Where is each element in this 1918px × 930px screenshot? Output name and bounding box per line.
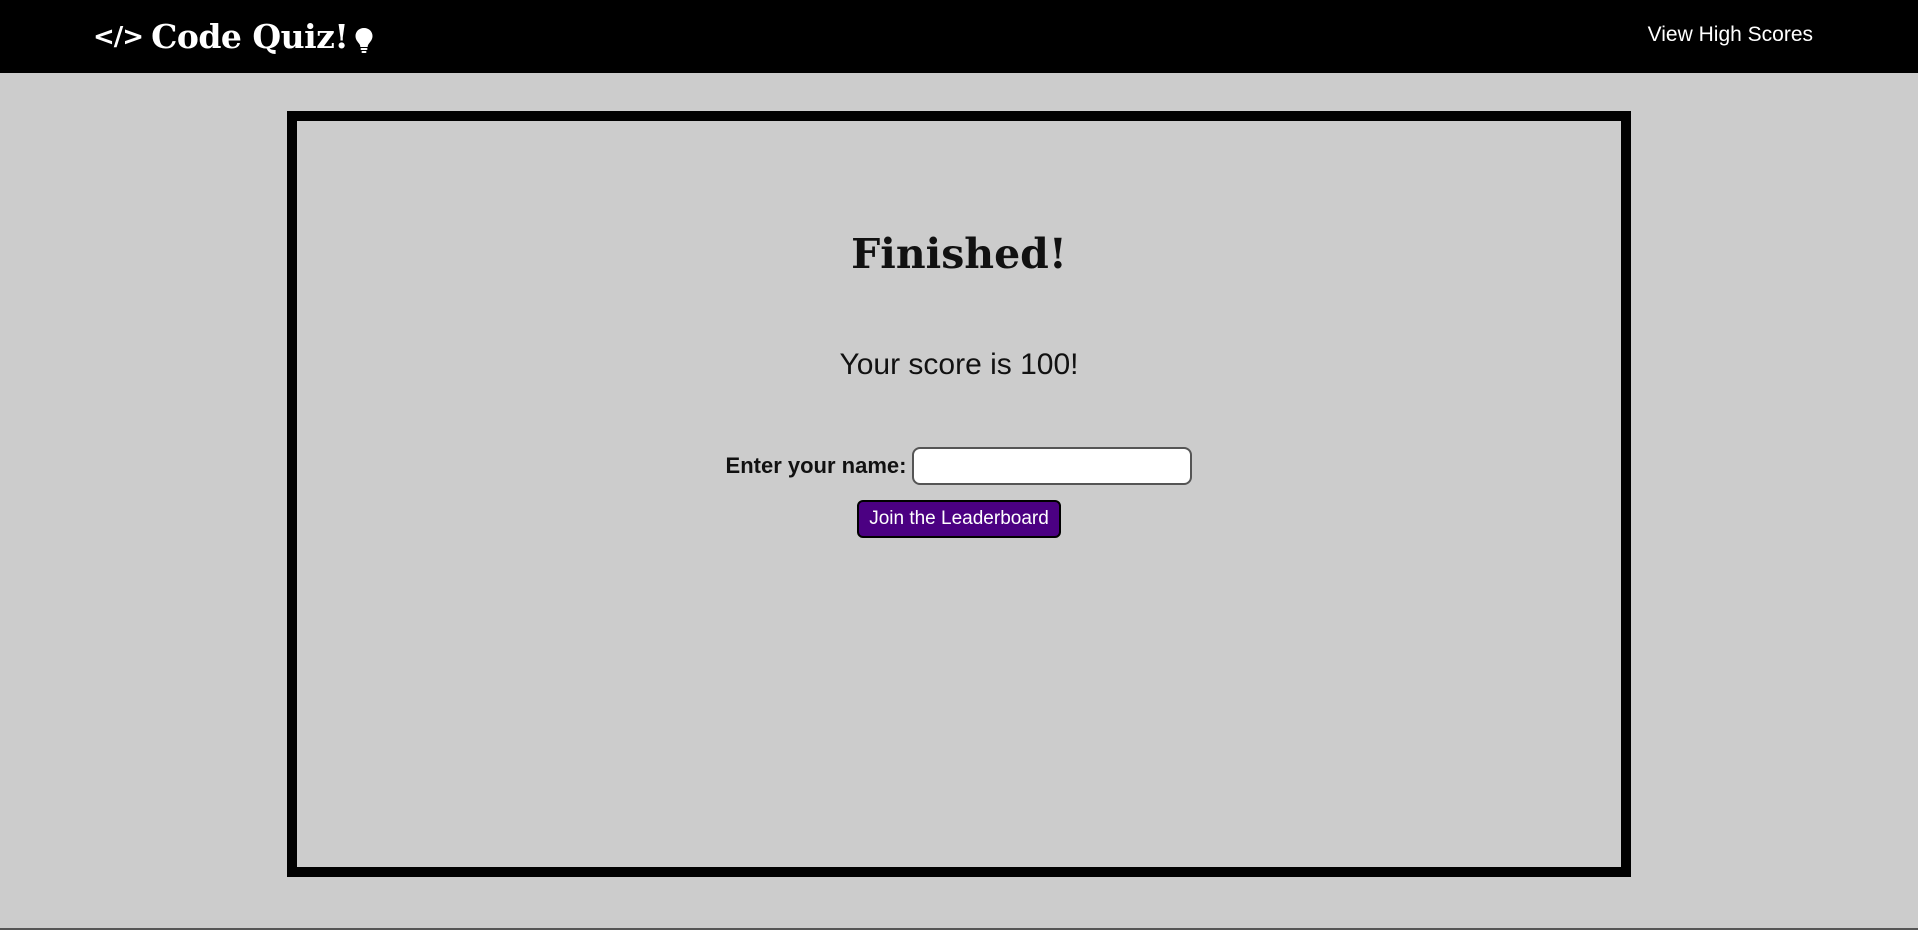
join-leaderboard-button[interactable]: Join the Leaderboard <box>857 500 1061 538</box>
view-high-scores-link[interactable]: View High Scores <box>1648 23 1813 47</box>
brand-logo[interactable]: </> Code Quiz! <box>93 17 374 57</box>
page-title: Finished! <box>851 230 1067 278</box>
score-text: Your score is 100! <box>839 348 1079 381</box>
brand-title: Code Quiz! <box>151 17 349 56</box>
name-form-row: Enter your name: <box>297 447 1621 485</box>
name-input[interactable] <box>912 447 1193 485</box>
lightbulb-icon <box>354 23 374 53</box>
submit-row: Join the Leaderboard <box>297 500 1621 538</box>
quiz-result-card: Finished! Your score is 100! Enter your … <box>287 111 1631 877</box>
code-icon: </> <box>93 22 144 52</box>
navbar: </> Code Quiz! View High Scores <box>0 0 1918 73</box>
name-label: Enter your name: <box>725 453 907 478</box>
